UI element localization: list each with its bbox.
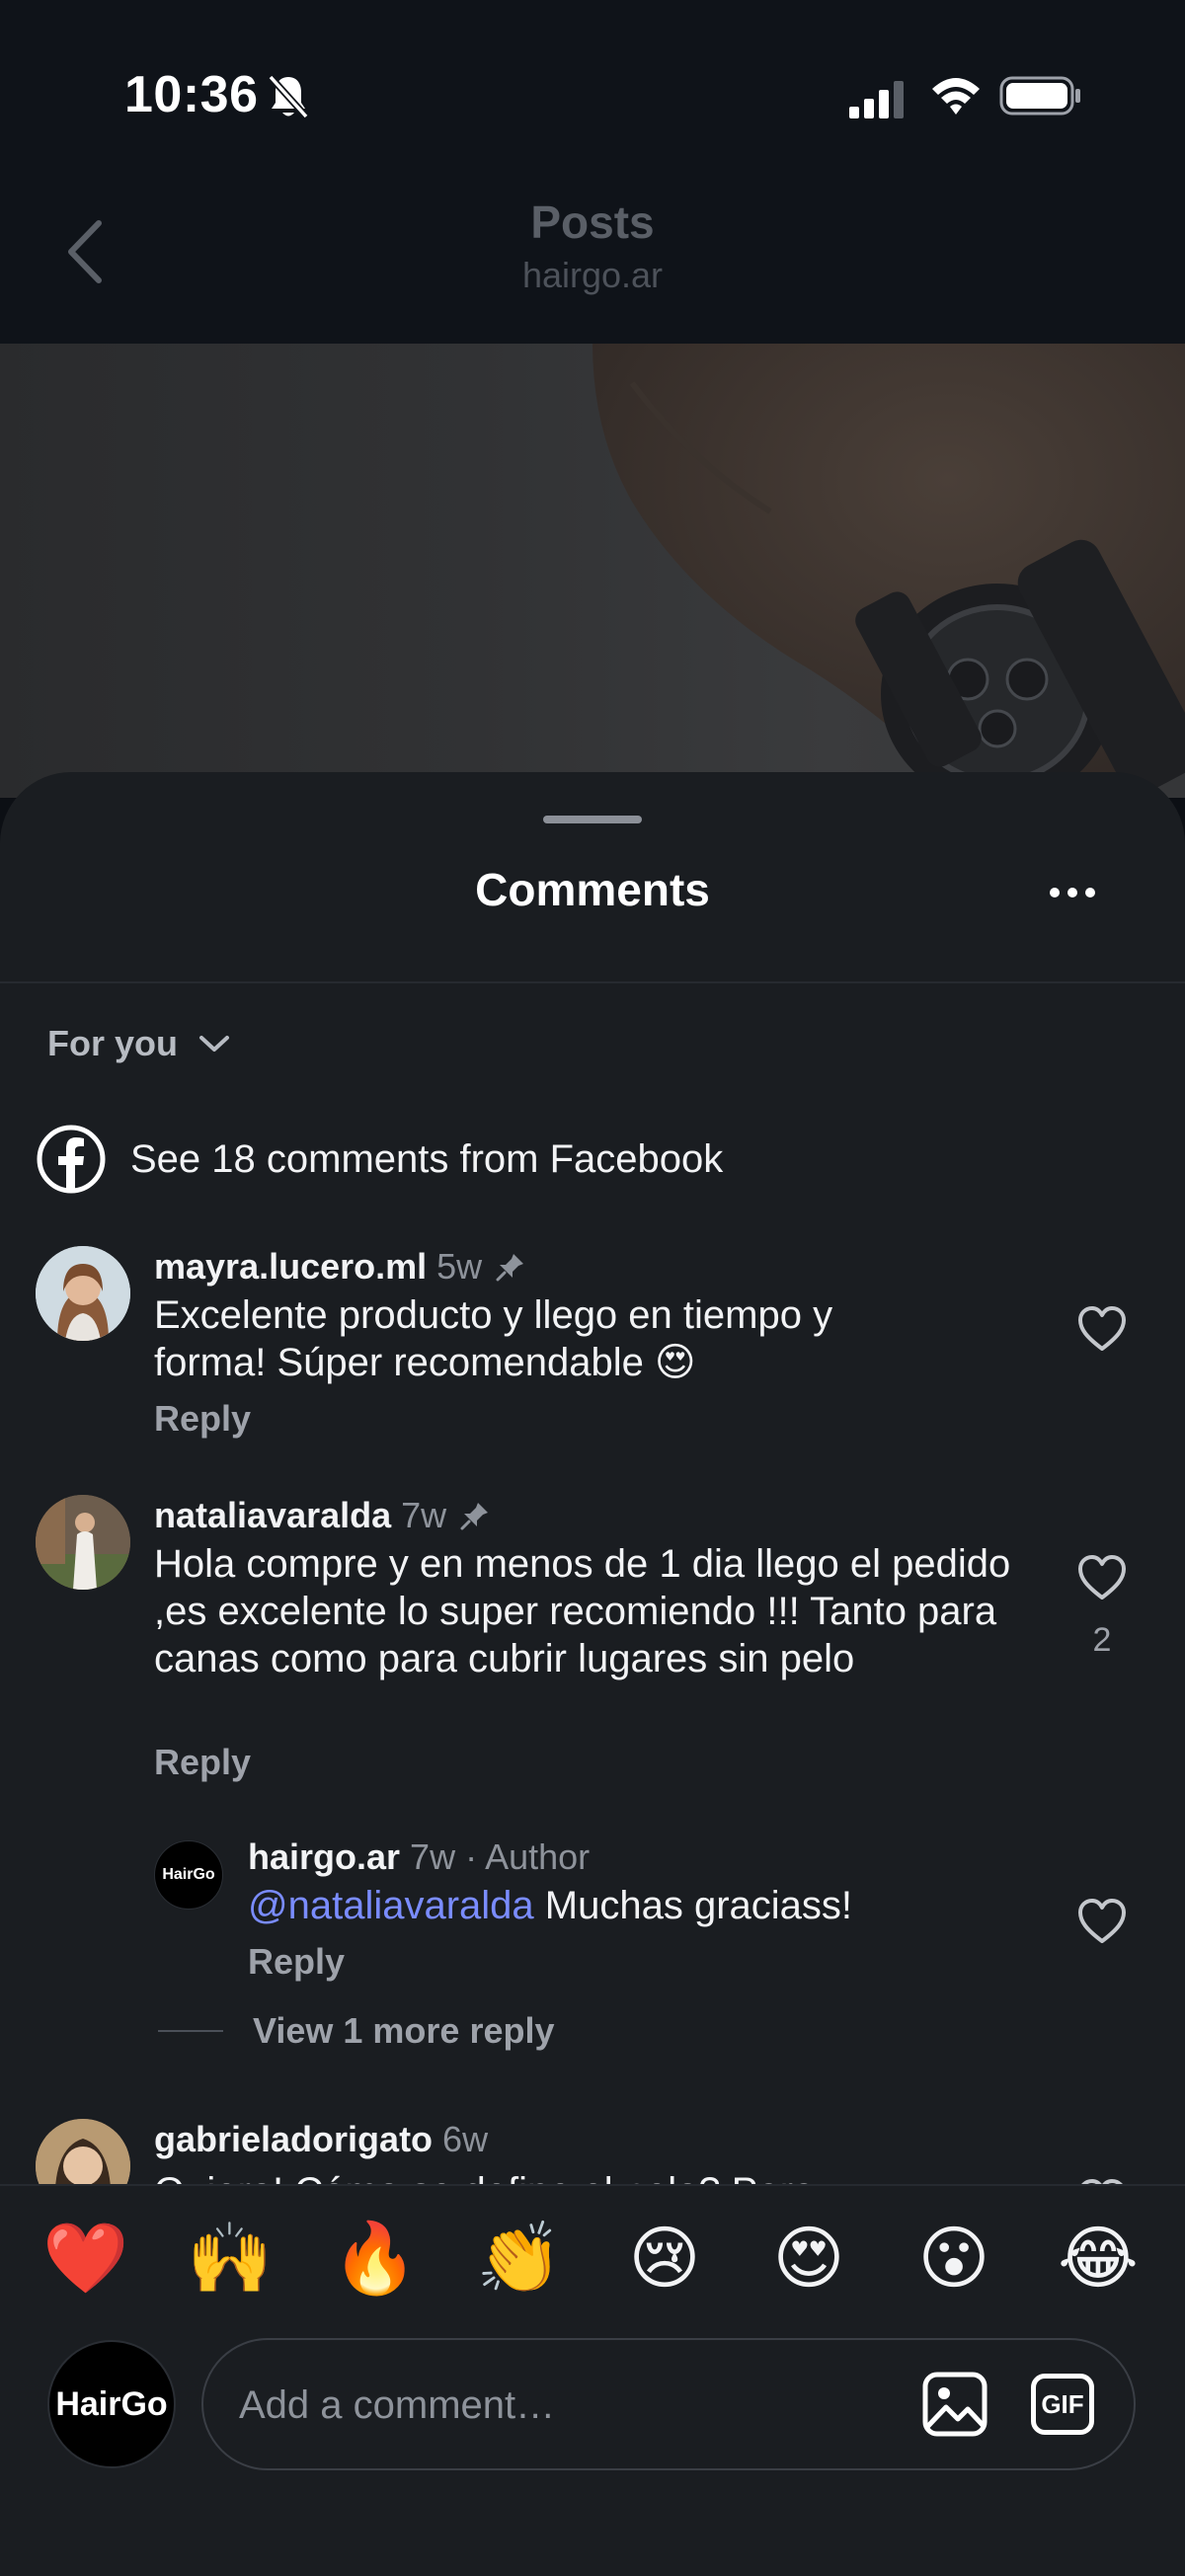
sheet-title: Comments [475,864,710,915]
facebook-comments-link[interactable]: See 18 comments from Facebook [36,1124,723,1195]
emoji-surprised-button[interactable]: 😮 [909,2214,998,2303]
bell-off-icon [268,74,309,119]
wifi-icon [932,78,980,115]
facebook-icon [37,1125,106,1194]
drag-handle[interactable] [543,816,642,823]
mention-link[interactable]: @nataliavaralda [248,1884,534,1927]
post-image [0,344,1185,798]
comment-text: Hola compre y en menos de 1 dia llego el… [154,1542,1011,1680]
comment-time: 5w [436,1246,483,1287]
comment-username[interactable]: gabrieladorigato [154,2119,433,2160]
user-photo [36,1246,130,1341]
avatar-label: HairGo [55,2384,168,2423]
comment-username[interactable]: nataliavaralda [154,1495,391,1536]
pin-icon [460,1503,489,1530]
image-icon[interactable] [920,2370,989,2439]
comment-time: 6w [442,2119,489,2159]
facebook-comments-text: See 18 comments from Facebook [130,1136,724,1181]
emoji-heart-eyes-button[interactable]: 😍 [764,2214,853,2303]
posts-header: Posts hairgo.ar [0,188,1185,344]
like-count: 2 [1092,1621,1112,1659]
comment-text: Excelente producto y llego en tiempo y f… [154,1293,833,1384]
thread-line [158,2030,223,2032]
comment-input-container: GIF [201,2338,1136,2470]
avatar[interactable]: HairGo [154,1840,223,1910]
cellular-signal-icon [849,81,904,118]
emoji-clap-button[interactable]: 👏 [475,2214,564,2303]
emoji-raised-hands-button[interactable]: 🙌 [186,2214,275,2303]
avatar[interactable] [36,1246,130,1341]
battery-icon [999,76,1080,116]
reply-username[interactable]: hairgo.ar [248,1836,400,1878]
reply-time: 7w [410,1836,456,1877]
emoji-reaction-bar: ❤️ 🙌 🔥 👏 😢 😍 😮 😂 [0,2214,1185,2312]
avatar-label: HairGo [162,1866,215,1883]
page-subtitle: hairgo.ar [521,255,664,295]
gif-button[interactable]: GIF [1031,2374,1094,2435]
reply-button[interactable]: Reply [248,1941,345,1983]
avatar[interactable] [36,1495,130,1590]
user-photo [36,1495,130,1590]
page-title: Posts [530,196,655,248]
emoji-crying-button[interactable]: 😢 [620,2214,709,2303]
comment-composer-bar: ❤️ 🙌 🔥 👏 😢 😍 😮 😂 HairGo GIF [0,2184,1185,2576]
chevron-down-icon [199,1036,229,1052]
comment-time: 7w [401,1495,447,1535]
wrist-watch-photo [592,344,1185,798]
avatar: HairGo [47,2340,176,2468]
status-time: 10:36 [124,66,259,123]
heart-icon[interactable] [1076,1898,1128,1945]
divider [0,981,1185,983]
pin-icon [496,1254,524,1282]
view-more-label: View 1 more reply [253,2010,555,2051]
reply-body: Muchas graciass! [544,1884,853,1927]
gif-label: GIF [1041,2388,1084,2419]
emoji-fire-button[interactable]: 🔥 [331,2214,420,2303]
author-badge: · Author [465,1836,591,1877]
heart-icon[interactable] [1076,1305,1128,1353]
heart-icon[interactable] [1076,1554,1128,1601]
more-options-icon[interactable] [1047,883,1098,902]
filter-label: For you [47,1023,178,1063]
reply-text: @nataliavaralda Muchas graciass! [248,1882,1018,1929]
reply-button[interactable]: Reply [154,1398,251,1440]
reply-button[interactable]: Reply [154,1742,251,1783]
comment-input[interactable] [239,2370,831,2441]
view-more-replies-button[interactable]: View 1 more reply [158,2010,555,2052]
status-bar: 10:36 [0,0,1185,188]
comment-username[interactable]: mayra.lucero.ml [154,1246,427,1288]
emoji-laughing-button[interactable]: 😂 [1054,2214,1143,2303]
emoji-heart-button[interactable]: ❤️ [41,2214,130,2303]
sort-filter-dropdown[interactable]: For you [47,1023,231,1064]
